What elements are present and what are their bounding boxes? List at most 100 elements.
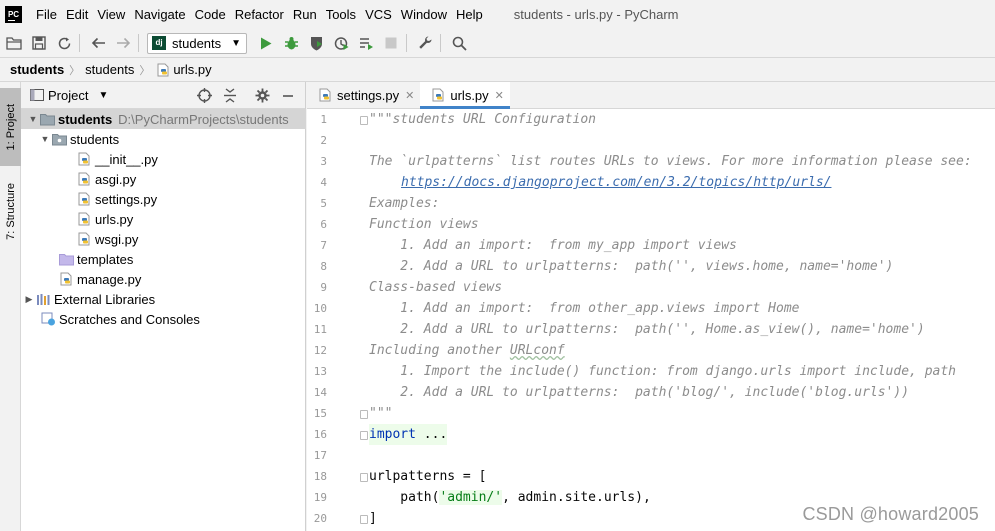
line-number: 4 [320, 176, 327, 189]
line-number: 11 [313, 323, 327, 336]
project-panel-header: Project ▼ [21, 82, 305, 109]
code-line-20-b: , admin.site.urls), [502, 490, 651, 505]
python-file-icon [76, 191, 92, 207]
fold-marker-icon[interactable] [360, 116, 368, 125]
menu-refactor[interactable]: Refactor [231, 7, 288, 22]
menu-navigate[interactable]: Navigate [130, 7, 189, 22]
python-file-icon [76, 171, 92, 187]
line-number: 1 [320, 113, 327, 126]
import-keyword: import [369, 427, 416, 442]
templates-folder-icon [58, 251, 74, 267]
code-line-15: """ [369, 406, 393, 421]
save-icon[interactable] [28, 32, 50, 54]
tree-item-package-label: students [70, 131, 120, 147]
close-icon[interactable]: ✕ [405, 89, 414, 102]
toolbar-separator [440, 34, 442, 52]
close-icon[interactable]: ✕ [495, 89, 504, 102]
tab-urls-py[interactable]: urls.py ✕ [420, 82, 510, 109]
tree-item-external-libraries-label: External Libraries [54, 291, 156, 307]
line-number: 12 [313, 344, 327, 357]
menu-window[interactable]: Window [397, 7, 451, 22]
fold-marker-icon[interactable] [360, 410, 368, 419]
run-icon[interactable] [255, 32, 277, 54]
line-number: 2 [320, 134, 327, 147]
menu-vcs[interactable]: VCS [361, 7, 396, 22]
structure-tool-tab[interactable]: 7: Structure [0, 174, 21, 248]
breadcrumb-file[interactable]: urls.py [173, 62, 211, 77]
line-number: 3 [320, 155, 327, 168]
toolbar-separator [79, 34, 80, 52]
chevron-down-icon[interactable]: ▼ [27, 114, 39, 124]
project-panel-actions [189, 82, 299, 109]
tree-item-package[interactable]: ▼ students [21, 129, 306, 149]
python-file-icon [430, 87, 446, 103]
project-view-selector[interactable]: Project [48, 88, 88, 103]
tree-item-templates-label: templates [77, 251, 134, 267]
line-number: 7 [320, 239, 327, 252]
coverage-icon[interactable] [305, 32, 327, 54]
fold-marker-icon[interactable] [360, 515, 368, 524]
python-file-icon [76, 231, 92, 247]
stop-icon[interactable] [380, 32, 402, 54]
wrench-icon[interactable] [414, 32, 436, 54]
chevron-down-icon[interactable]: ▼ [39, 134, 51, 144]
gear-icon[interactable] [251, 85, 273, 107]
tree-item-wsgi-py[interactable]: wsgi.py [21, 229, 306, 249]
tree-item-asgi-py-label: asgi.py [95, 171, 137, 187]
menu-run[interactable]: Run [289, 7, 321, 22]
tree-item-init-py[interactable]: __init__.py [21, 149, 306, 169]
debug-icon[interactable] [280, 32, 302, 54]
breadcrumb-project[interactable]: students [10, 62, 64, 77]
window-title: students - urls.py - PyCharm [513, 7, 679, 22]
python-file-icon [155, 62, 171, 78]
sync-icon[interactable] [53, 32, 75, 54]
docs-link[interactable]: https://docs.djangoproject.com/en/3.2/to… [401, 175, 831, 190]
run-configuration-select[interactable]: dj students ▼ [147, 32, 248, 54]
tree-item-asgi-py[interactable]: asgi.py [21, 169, 306, 189]
fold-marker-icon[interactable] [360, 473, 368, 482]
tree-item-templates[interactable]: templates [21, 249, 306, 269]
breadcrumb: students 〉 students 〉 urls.py [0, 58, 995, 82]
menu-file[interactable]: File [32, 7, 61, 22]
tree-item-manage-py[interactable]: manage.py [21, 269, 306, 289]
tree-item-settings-py-label: settings.py [95, 191, 158, 207]
python-file-icon [317, 87, 333, 103]
code-line-13: 1. Import the include() function: from d… [369, 364, 956, 379]
tab-settings-py[interactable]: settings.py ✕ [307, 82, 420, 108]
tree-item-external-libraries[interactable]: ▶ External Libraries [21, 289, 306, 309]
line-number: 10 [313, 302, 327, 315]
search-icon[interactable] [448, 32, 470, 54]
tree-item-settings-py[interactable]: settings.py [21, 189, 306, 209]
menu-view[interactable]: View [93, 7, 129, 22]
chevron-down-icon[interactable]: ▼ [98, 90, 108, 101]
menu-edit[interactable]: Edit [62, 7, 92, 22]
open-folder-icon[interactable] [3, 32, 25, 54]
menu-help[interactable]: Help [452, 7, 487, 22]
menu-bar: PC File Edit View Navigate Code Refactor… [0, 0, 995, 29]
code-line-20-a: path( [369, 490, 440, 505]
breadcrumb-package[interactable]: students [85, 62, 134, 77]
fold-marker-icon[interactable] [360, 431, 368, 440]
concurrency-icon[interactable] [355, 32, 377, 54]
minimize-icon[interactable] [277, 85, 299, 107]
code-area[interactable]: 1 2 3 4 5 6 7 8 9 10 11 12 13 14 15 16 1… [307, 109, 995, 531]
chevron-right-icon[interactable]: ▶ [23, 294, 35, 305]
locate-file-icon[interactable] [193, 85, 215, 107]
code-line-8: 2. Add a URL to urlpatterns: path('', vi… [369, 259, 894, 274]
menu-tools[interactable]: Tools [322, 7, 360, 22]
collapse-all-icon[interactable] [219, 85, 241, 107]
project-tool-tab[interactable]: 1: Project [0, 88, 21, 166]
code-line-16[interactable]: import ... [369, 424, 448, 445]
menu-code[interactable]: Code [191, 7, 230, 22]
back-arrow-icon[interactable] [87, 32, 109, 54]
chevron-down-icon: ▼ [231, 37, 242, 49]
forward-arrow-icon[interactable] [112, 32, 134, 54]
code-line-4: https://docs.djangoproject.com/en/3.2/to… [401, 172, 831, 193]
line-number: 20 [313, 512, 327, 525]
code-line-12-text: Including another [369, 343, 510, 358]
tree-item-scratches[interactable]: Scratches and Consoles [21, 309, 306, 329]
line-number: 8 [320, 260, 327, 273]
profile-icon[interactable] [330, 32, 352, 54]
tree-item-urls-py[interactable]: urls.py [21, 209, 306, 229]
tree-item-root[interactable]: ▼ students D:\PyCharmProjects\students [21, 109, 306, 129]
